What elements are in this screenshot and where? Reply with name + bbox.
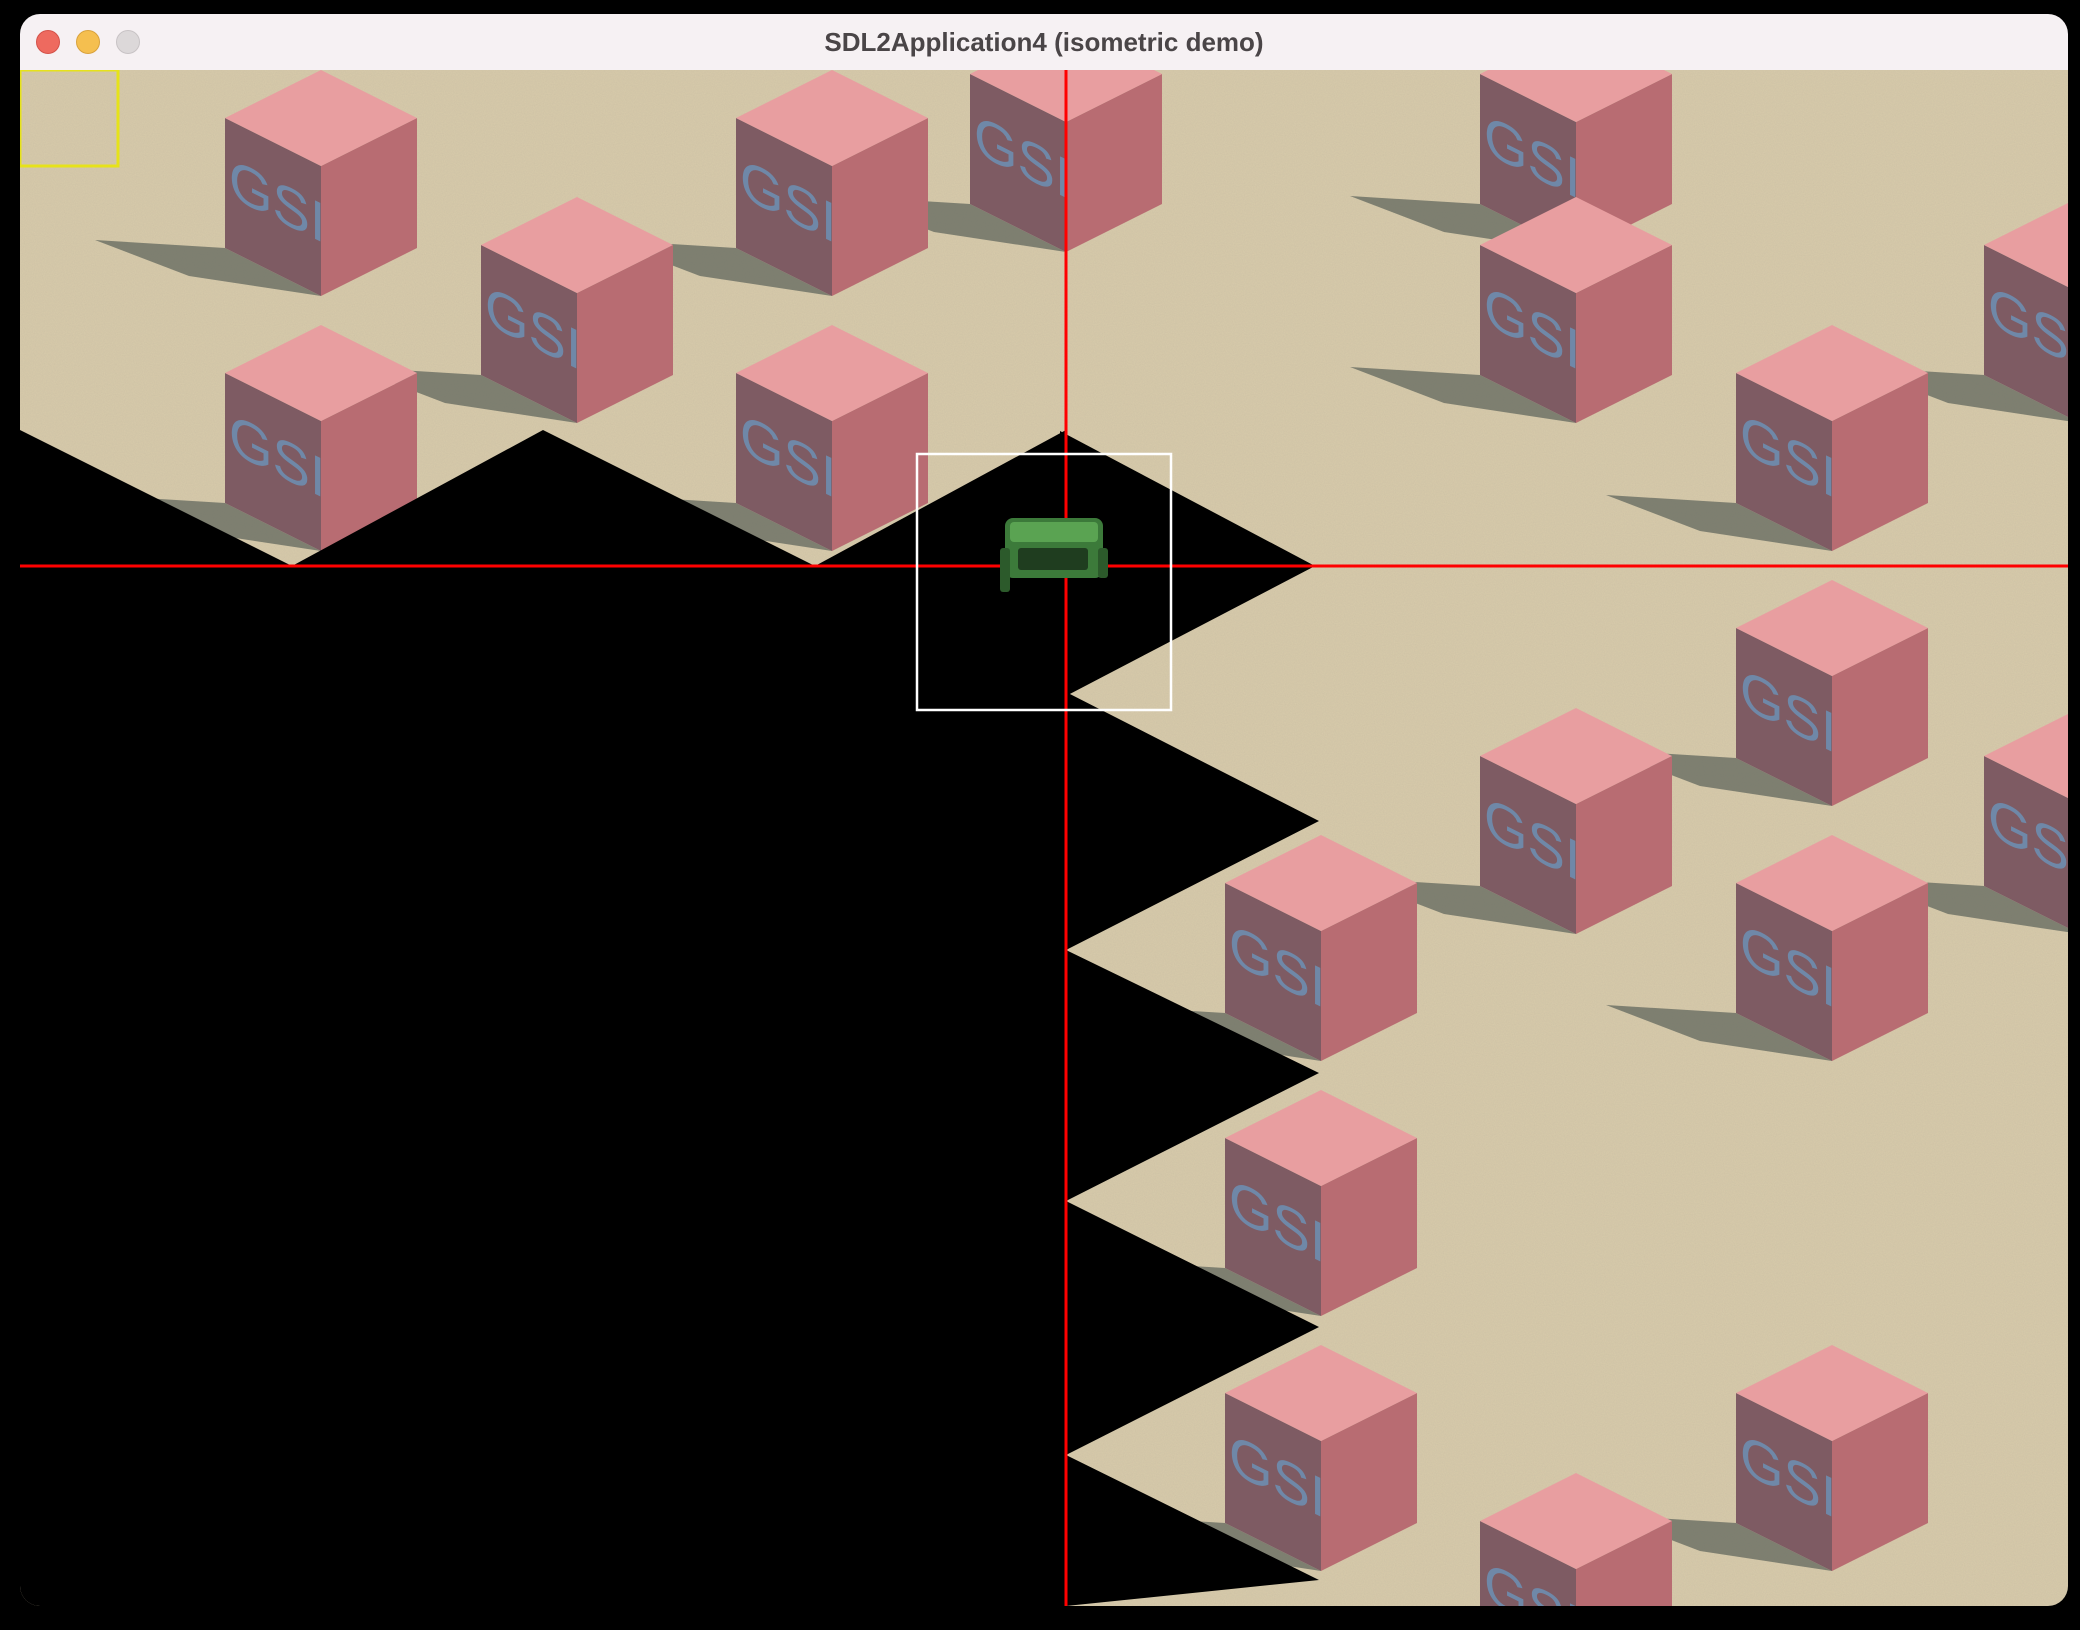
- game-viewport[interactable]: GSI GSI GSI GSI GSI GSI GSI GSI GSI GSI GSI GSI GSI G…: [20, 70, 2068, 1606]
- title-bar[interactable]: SDL2Application4 (isometric demo): [20, 14, 2068, 71]
- window-title: SDL2Application4 (isometric demo): [824, 27, 1264, 57]
- isometric-scene[interactable]: GSI GSIGSI GSIGSI GSI GSIGSI GSI GSIGSIGSI GSIG…: [20, 70, 2068, 1606]
- app-window: SDL2Application4 (isometric demo) GSI GSI…: [20, 14, 2068, 1606]
